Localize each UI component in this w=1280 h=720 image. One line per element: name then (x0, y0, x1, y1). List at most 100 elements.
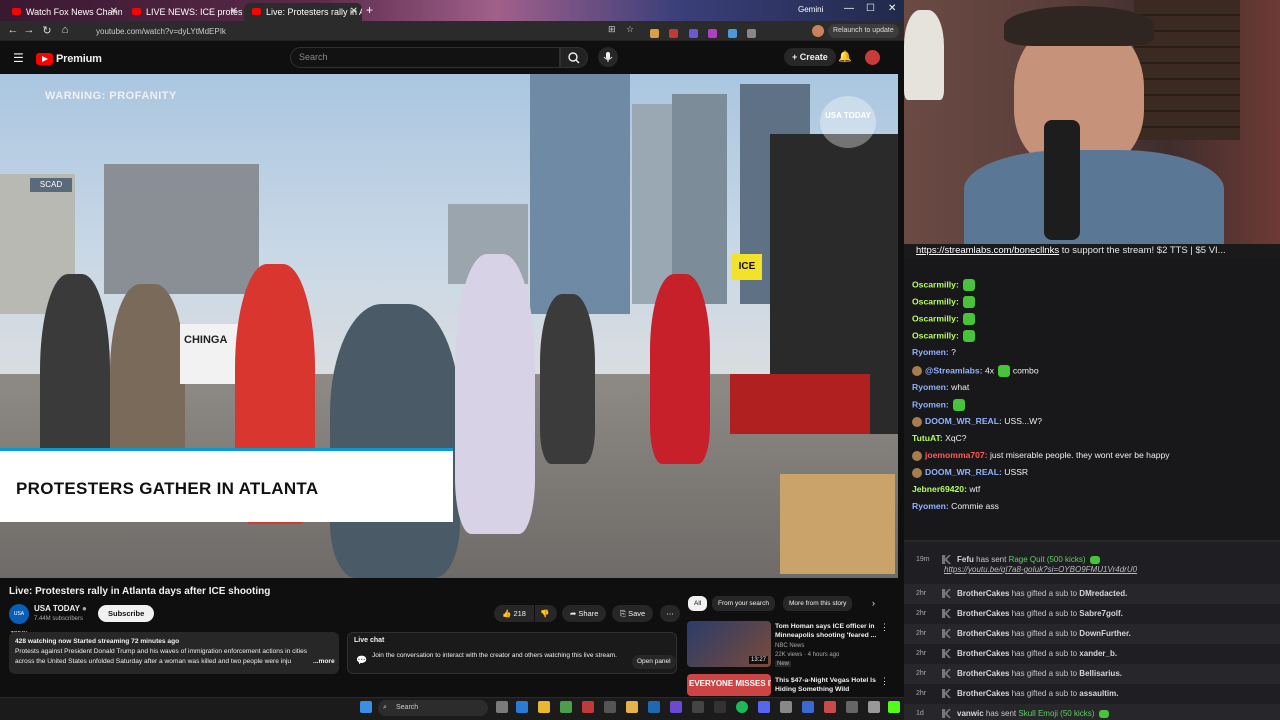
notifications-bell-icon[interactable]: 🔔 (838, 50, 852, 63)
recommendation-menu-icon[interactable]: ⋮ (880, 676, 889, 687)
terminal-icon[interactable] (604, 701, 616, 713)
bookmark-star-icon[interactable]: ☆ (626, 24, 634, 35)
event-username[interactable]: BrotherCakes (957, 589, 1009, 598)
chip-more-from-story[interactable]: More from this story (783, 596, 853, 611)
event-username[interactable]: BrotherCakes (957, 629, 1009, 638)
search-button[interactable] (560, 47, 588, 68)
reload-icon[interactable]: ↻ (40, 24, 54, 37)
event-username[interactable]: BrotherCakes (957, 669, 1009, 678)
menu-icon[interactable]: ☰ (13, 51, 24, 65)
close-icon[interactable]: ✕ (230, 3, 238, 21)
chat-username[interactable]: joemomma707: (925, 450, 988, 460)
folder-icon[interactable] (626, 701, 638, 713)
save-button[interactable]: ⎘ Save (612, 605, 654, 622)
spotify-icon[interactable] (736, 701, 748, 713)
chat-username[interactable]: DOOM_WR_REAL: (925, 467, 1002, 477)
recommendation-thumbnail[interactable]: EVERYONE MISSES IT (687, 674, 771, 696)
event-target[interactable]: Bellisarius. (1079, 669, 1122, 678)
like-button[interactable]: 👍 218 (494, 605, 534, 622)
app-icon[interactable] (560, 701, 572, 713)
extension-icons[interactable] (650, 25, 770, 38)
event-link[interactable]: https://youtu.be/qI7a8-goIuk?si=OYBO9FMU… (944, 563, 1137, 577)
chip-all[interactable]: All (688, 596, 708, 611)
event-target[interactable]: xander_b. (1079, 649, 1117, 658)
streamlabs-link[interactable]: https://streamlabs.com/bonecllnks (916, 245, 1059, 256)
description-box[interactable]: 428 watching now Started streaming 72 mi… (9, 632, 339, 674)
recommendation-title[interactable]: Tom Homan says ICE officer in Minneapoli… (775, 622, 879, 640)
chrome-icon[interactable] (538, 701, 550, 713)
close-icon[interactable]: ✕ (110, 3, 118, 21)
event-username[interactable]: BrotherCakes (957, 689, 1009, 698)
event-target[interactable]: DMredacted. (1079, 589, 1127, 598)
chat-username[interactable]: Jebner69420: (912, 484, 967, 494)
open-panel-button[interactable]: Open panel (632, 655, 676, 669)
back-icon[interactable]: ← (6, 24, 20, 36)
app-icon[interactable] (780, 701, 792, 713)
install-icon[interactable]: ⊞ (608, 24, 616, 35)
relaunch-button[interactable]: Relaunch to update (828, 24, 899, 38)
create-button[interactable]: + Create (784, 48, 836, 66)
event-target[interactable]: DownFurther. (1079, 629, 1131, 638)
profile-avatar[interactable] (812, 25, 824, 37)
gemini-button[interactable]: Gemini (798, 5, 823, 14)
recommendation-thumbnail[interactable]: 13:27 (687, 621, 771, 667)
voice-search-button[interactable] (598, 47, 618, 67)
chip-from-your-search[interactable]: From your search (712, 596, 775, 611)
task-view-icon[interactable] (496, 701, 508, 713)
tab-protesters-rally[interactable]: Live: Protesters rally in Atla✕ (244, 3, 362, 21)
search-input[interactable]: Search (290, 47, 560, 68)
chat-username[interactable]: TutuAT: (912, 433, 943, 443)
chat-username[interactable]: Ryomen: (912, 399, 949, 409)
channel-avatar[interactable]: USA TODAY (9, 604, 29, 637)
event-target[interactable]: Sabre7golf. (1079, 609, 1123, 618)
account-avatar[interactable] (865, 50, 880, 65)
kick-icon[interactable] (888, 701, 900, 713)
subscribe-button[interactable]: Subscribe (98, 605, 155, 622)
app-icon[interactable] (670, 701, 682, 713)
youtube-logo[interactable]: Premium (36, 52, 102, 66)
chat-username[interactable]: Ryomen: (912, 347, 949, 357)
description-more[interactable]: ...more (313, 657, 335, 667)
event-target[interactable]: assaultim. (1079, 689, 1118, 698)
obs-icon[interactable] (714, 701, 726, 713)
close-window-icon[interactable]: ✕ (888, 3, 896, 14)
close-icon[interactable]: ✕ (350, 3, 358, 21)
chat-username[interactable]: DOOM_WR_REAL: (925, 416, 1002, 426)
steam-icon[interactable] (648, 701, 660, 713)
home-icon[interactable]: ⌂ (58, 24, 72, 36)
taskbar-search[interactable]: ⌕ Search (378, 700, 488, 716)
app-icon[interactable] (846, 701, 858, 713)
edge-icon[interactable] (516, 701, 528, 713)
chat-username[interactable]: Ryomen: (912, 382, 949, 392)
recommendation-title[interactable]: This $47-a-Night Vegas Hotel Is Hiding S… (775, 676, 879, 694)
chat-username[interactable]: @Streamlabs: (925, 365, 983, 375)
event-username[interactable]: vanwic (957, 709, 984, 718)
maximize-icon[interactable]: ☐ (866, 3, 875, 14)
discord-icon[interactable] (758, 701, 770, 713)
event-username[interactable]: BrotherCakes (957, 649, 1009, 658)
start-icon[interactable] (360, 701, 372, 713)
minimize-icon[interactable]: — (844, 3, 854, 14)
chat-username[interactable]: Ryomen: (912, 501, 949, 511)
chat-username[interactable]: Oscarmilly: (912, 331, 959, 341)
app-icon[interactable] (692, 701, 704, 713)
app-icon[interactable] (868, 701, 880, 713)
more-actions-icon[interactable]: ⋯ (660, 605, 680, 622)
chat-username[interactable]: Oscarmilly: (912, 296, 959, 306)
channel-name[interactable]: USA TODAY ● (34, 604, 87, 613)
chat-username[interactable]: Oscarmilly: (912, 279, 959, 289)
chat-username[interactable]: Oscarmilly: (912, 313, 959, 323)
share-button[interactable]: ➦ Share (562, 605, 607, 622)
recommendation-menu-icon[interactable]: ⋮ (880, 622, 889, 633)
tab-live-news[interactable]: LIVE NEWS: ICE protests contin✕ (124, 3, 242, 21)
chevron-right-icon[interactable]: › (872, 598, 875, 608)
app-icon[interactable] (824, 701, 836, 713)
url-field[interactable]: youtube.com/watch?v=dyLYtMdEPIk (80, 24, 600, 39)
tab-fox-news[interactable]: Watch Fox News Channel O✕ (4, 3, 122, 21)
app-icon[interactable] (802, 701, 814, 713)
app-icon[interactable] (582, 701, 594, 713)
new-tab-icon[interactable]: + (366, 3, 373, 17)
forward-icon[interactable]: → (22, 24, 36, 36)
event-username[interactable]: BrotherCakes (957, 609, 1009, 618)
dislike-button[interactable]: 👎 (535, 605, 557, 622)
